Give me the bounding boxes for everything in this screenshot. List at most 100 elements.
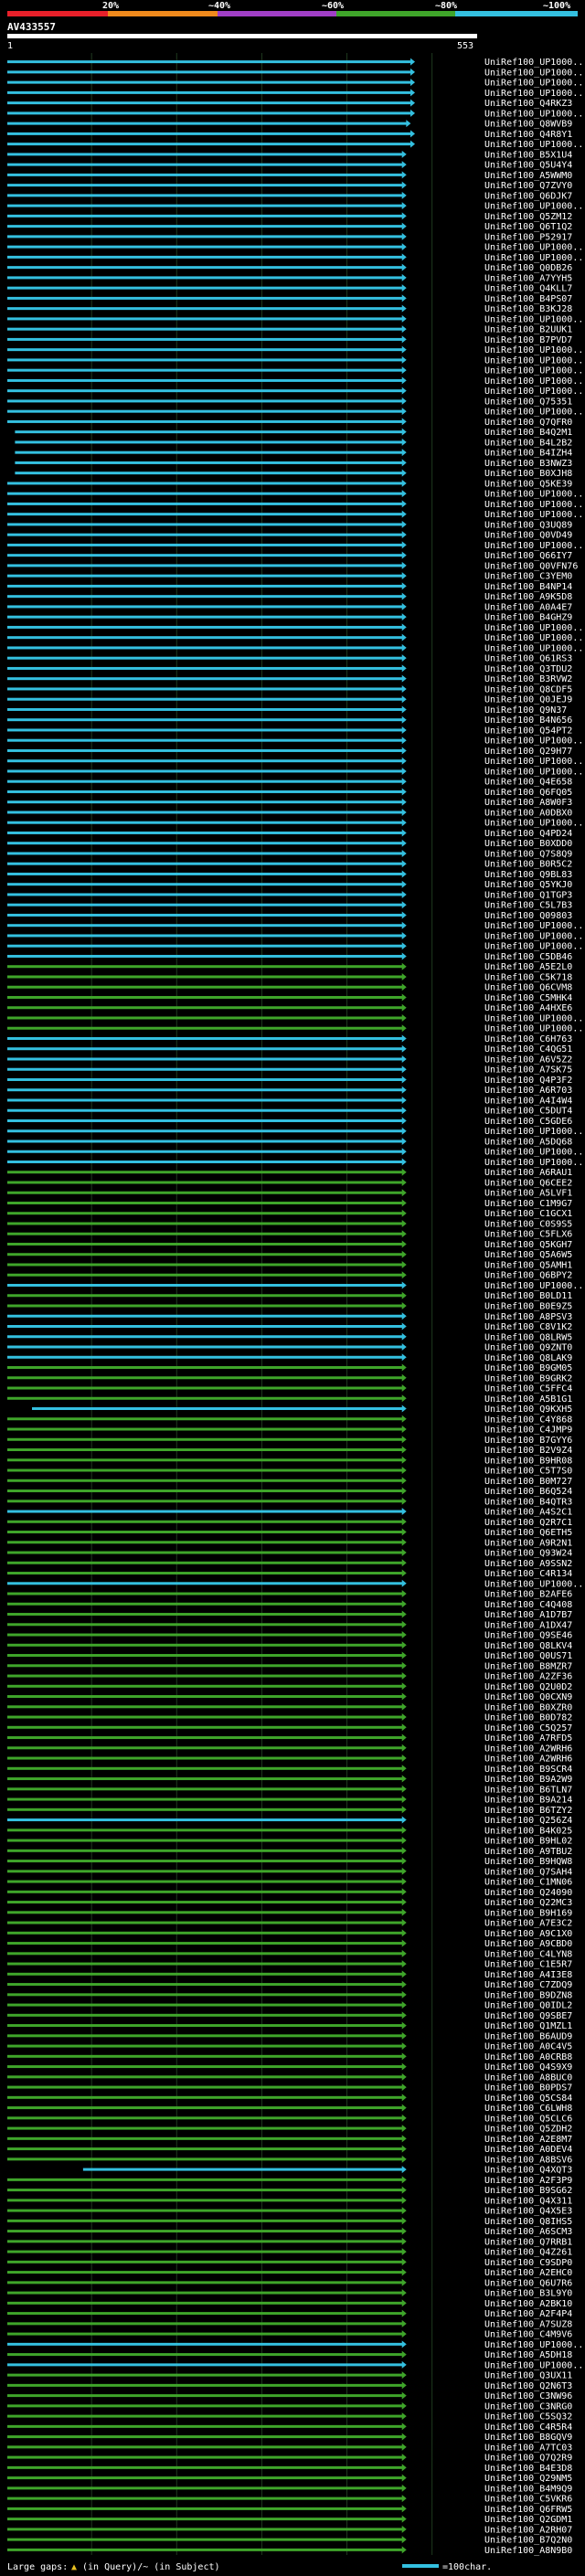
hit-label[interactable]: UniRef100_A5LVF1: [484, 1189, 572, 1199]
hit-label[interactable]: UniRef100_B8MZR7: [484, 1661, 572, 1671]
hit-label[interactable]: UniRef100_A7TC03: [484, 2443, 572, 2453]
hit-label[interactable]: UniRef100_Q29H77: [484, 747, 572, 757]
hit-bar[interactable]: [7, 101, 412, 105]
hit-label[interactable]: UniRef100_B2V9Z4: [484, 1446, 572, 1456]
hit-label[interactable]: UniRef100_Q6T1Q2: [484, 222, 572, 232]
hit-label[interactable]: UniRef100_Q9BL83: [484, 870, 572, 880]
hit-label[interactable]: UniRef100_Q8CDF5: [484, 684, 572, 694]
hit-bar[interactable]: [7, 419, 403, 423]
hit-label[interactable]: UniRef100_A6R703: [484, 1086, 572, 1096]
hit-label[interactable]: UniRef100_UP1000..: [484, 1148, 583, 1158]
hit-label[interactable]: UniRef100_C6H763: [484, 1034, 572, 1044]
hit-label[interactable]: UniRef100_Q7QFR0: [484, 418, 572, 428]
hit-bar[interactable]: [7, 718, 403, 722]
hit-bar[interactable]: [7, 1294, 403, 1298]
hit-bar[interactable]: [7, 1746, 403, 1750]
hit-label[interactable]: UniRef100_UP1000..: [484, 490, 583, 500]
hit-bar[interactable]: [15, 440, 403, 444]
hit-bar[interactable]: [7, 389, 403, 393]
hit-bar[interactable]: [7, 1047, 403, 1051]
hit-label[interactable]: UniRef100_UP1000..: [484, 387, 583, 397]
hit-label[interactable]: UniRef100_B9HR08: [484, 1456, 572, 1466]
hit-bar[interactable]: [7, 1860, 403, 1863]
hit-bar[interactable]: [7, 1993, 403, 1997]
hit-bar[interactable]: [7, 1067, 403, 1071]
hit-label[interactable]: UniRef100_A9K5D8: [484, 592, 572, 602]
hit-bar[interactable]: [7, 2095, 403, 2099]
hit-bar[interactable]: [7, 2199, 403, 2202]
hit-bar[interactable]: [7, 194, 403, 197]
hit-bar[interactable]: [7, 132, 412, 135]
hit-bar[interactable]: [7, 1304, 403, 1308]
hit-label[interactable]: UniRef100_Q9N37: [484, 705, 567, 716]
hit-label[interactable]: UniRef100_C9SDP0: [484, 2258, 572, 2268]
hit-label[interactable]: UniRef100_C0S9S5: [484, 1219, 572, 1229]
hit-label[interactable]: UniRef100_UP1000..: [484, 510, 583, 520]
hit-label[interactable]: UniRef100_A4I3E8: [484, 1970, 572, 1980]
hit-bar[interactable]: [7, 595, 403, 599]
hit-bar[interactable]: [7, 1839, 403, 1842]
hit-label[interactable]: UniRef100_B9H169: [484, 1908, 572, 1918]
hit-bar[interactable]: [7, 2106, 403, 2110]
hit-label[interactable]: UniRef100_UP1000..: [484, 243, 583, 253]
hit-label[interactable]: UniRef100_B4E3D8: [484, 2464, 572, 2474]
hit-label[interactable]: UniRef100_B9A214: [484, 1796, 572, 1806]
hit-label[interactable]: UniRef100_A0C4V5: [484, 2042, 572, 2052]
hit-bar[interactable]: [7, 225, 403, 228]
hit-bar[interactable]: [7, 779, 403, 783]
hit-bar[interactable]: [7, 204, 403, 207]
hit-bar[interactable]: [7, 337, 403, 341]
hit-bar[interactable]: [7, 1088, 403, 1092]
hit-bar[interactable]: [7, 409, 403, 413]
hit-bar[interactable]: [82, 2168, 403, 2171]
hit-label[interactable]: UniRef100_Q5U4Y4: [484, 161, 572, 171]
hit-label[interactable]: UniRef100_A9C1X0: [484, 1929, 572, 1939]
hit-bar[interactable]: [7, 965, 403, 969]
hit-label[interactable]: UniRef100_B4K025: [484, 1826, 572, 1836]
hit-label[interactable]: UniRef100_A7SUZ8: [484, 2319, 572, 2329]
hit-label[interactable]: UniRef100_B2UUK1: [484, 325, 572, 335]
hit-bar[interactable]: [15, 430, 403, 434]
hit-label[interactable]: UniRef100_B7Q2N0: [484, 2536, 572, 2546]
hit-label[interactable]: UniRef100_Q09803: [484, 911, 572, 921]
hit-bar[interactable]: [7, 2424, 403, 2428]
hit-bar[interactable]: [7, 1818, 403, 1822]
hit-label[interactable]: UniRef100_UP1000..: [484, 623, 583, 633]
hit-label[interactable]: UniRef100_Q7SAH4: [484, 1867, 572, 1877]
hit-bar[interactable]: [7, 944, 403, 948]
hit-label[interactable]: UniRef100_B3KJ28: [484, 304, 572, 314]
hit-label[interactable]: UniRef100_Q4Z261: [484, 2248, 572, 2258]
hit-bar[interactable]: [7, 184, 403, 187]
hit-bar[interactable]: [7, 2209, 403, 2212]
hit-label[interactable]: UniRef100_C3NRG0: [484, 2401, 572, 2412]
hit-bar[interactable]: [7, 1705, 403, 1709]
hit-label[interactable]: UniRef100_A5WWM0: [484, 171, 572, 181]
hit-bar[interactable]: [7, 1756, 403, 1760]
hit-label[interactable]: UniRef100_C7ZDQ9: [484, 1980, 572, 1990]
hit-bar[interactable]: [7, 1592, 403, 1595]
hit-label[interactable]: UniRef100_B6TZY2: [484, 1806, 572, 1816]
hit-label[interactable]: UniRef100_A2EHC0: [484, 2268, 572, 2278]
hit-label[interactable]: UniRef100_UP1000..: [484, 58, 583, 68]
hit-bar[interactable]: [7, 513, 403, 516]
hit-label[interactable]: UniRef100_Q6DJK7: [484, 191, 572, 201]
hit-label[interactable]: UniRef100_Q4X5E3: [484, 2207, 572, 2217]
hit-label[interactable]: UniRef100_A0DEV4: [484, 2145, 572, 2155]
hit-bar[interactable]: [7, 2342, 403, 2346]
hit-bar[interactable]: [7, 1510, 403, 1513]
hit-label[interactable]: UniRef100_UP1000..: [484, 408, 583, 418]
hit-bar[interactable]: [7, 502, 403, 505]
hit-label[interactable]: UniRef100_B9GRK2: [484, 1373, 572, 1383]
hit-bar[interactable]: [7, 163, 403, 166]
hit-bar[interactable]: [7, 924, 403, 928]
hit-bar[interactable]: [7, 245, 403, 249]
hit-label[interactable]: UniRef100_Q2N6T3: [484, 2381, 572, 2391]
hit-bar[interactable]: [7, 1345, 403, 1349]
hit-label[interactable]: UniRef100_Q0US71: [484, 1651, 572, 1661]
hit-bar[interactable]: [7, 1222, 403, 1225]
hit-label[interactable]: UniRef100_Q4X311: [484, 2196, 572, 2206]
hit-bar[interactable]: [7, 1849, 403, 1852]
hit-bar[interactable]: [7, 173, 403, 176]
hit-bar[interactable]: [7, 2271, 403, 2274]
hit-label[interactable]: UniRef100_Q93W24: [484, 1549, 572, 1559]
